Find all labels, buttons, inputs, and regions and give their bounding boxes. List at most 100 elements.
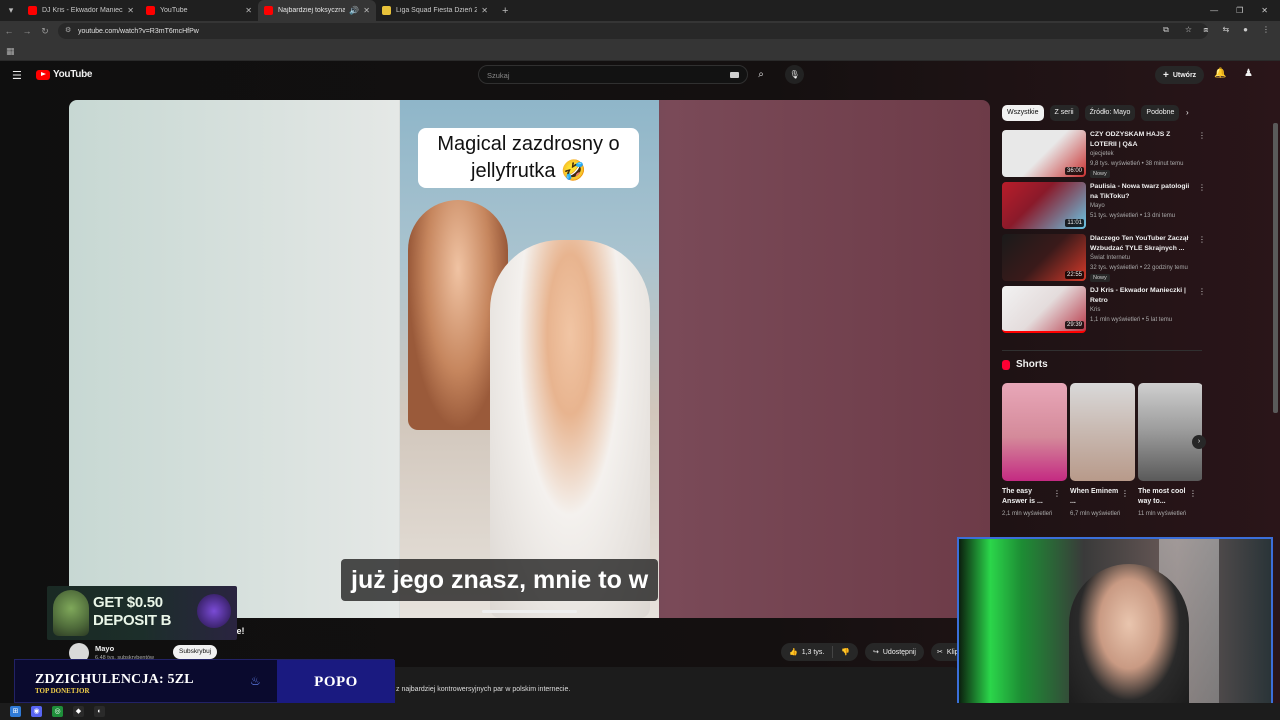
youtube-header: ☰ YouTube Szukaj ⌕ 🎙 + Utwórz 🔔 ♟ — [0, 61, 1280, 89]
bookmark-star-icon[interactable]: ☆ — [1185, 25, 1192, 35]
video-thumbnail[interactable]: 29:39 — [1002, 286, 1086, 333]
recommendation-item[interactable]: 36:00 CZY ODZYSKAM HAJS Z LOTERII | Q&A … — [1002, 130, 1208, 182]
new-tab-icon[interactable]: + — [502, 5, 508, 17]
chip-similar[interactable]: Podobne — [1141, 105, 1180, 121]
menu-dots-icon[interactable]: ⋮ — [1262, 25, 1270, 35]
discord-icon[interactable]: ◉ — [31, 706, 42, 717]
more-actions-icon[interactable]: ⋮ — [1198, 183, 1206, 192]
channel-name[interactable]: Mayo — [1090, 203, 1105, 209]
browser-tab-3[interactable]: Liga Squad Fiesta Dzień 2 - tab ✕ — [376, 0, 494, 21]
ad-mascot-image — [53, 590, 89, 636]
short-item[interactable]: The most cool way to... 11 mln wyświetle… — [1138, 383, 1202, 533]
apps-grid-icon[interactable]: ▦ — [6, 46, 15, 57]
browser-tab-1[interactable]: YouTube ✕ — [140, 0, 258, 21]
new-badge: Nowy — [1090, 274, 1110, 282]
recommendation-item[interactable]: 11:01 Paulisia - Nowa twarz patologii na… — [1002, 182, 1208, 234]
duration-badge: 36:00 — [1064, 167, 1084, 175]
chevron-right-icon[interactable]: › — [1192, 435, 1206, 449]
hamburger-menu-icon[interactable]: ☰ — [12, 69, 22, 82]
video-title[interactable]: Paulisia - Nowa twarz patologii na TikTo… — [1090, 182, 1198, 201]
short-title[interactable]: The easy Answer is ... — [1002, 487, 1054, 507]
more-actions-icon[interactable]: ⋮ — [1198, 131, 1206, 140]
video-thumbnail[interactable]: 11:01 — [1002, 182, 1086, 229]
chip-all[interactable]: Wszystkie — [1002, 105, 1044, 121]
short-thumbnail[interactable] — [1002, 383, 1067, 481]
tab-search-icon[interactable]: ▾ — [0, 0, 22, 21]
more-actions-icon[interactable]: ⋮ — [1189, 489, 1197, 498]
browser-tab-2[interactable]: Najbardziej toksyczna para 🔊 ✕ — [258, 0, 376, 21]
short-title[interactable]: The most cool way to... — [1138, 487, 1190, 507]
video-player[interactable]: Magical zazdrosny o jellyfrutka 🤣 już je… — [69, 100, 990, 618]
more-actions-icon[interactable]: ⋮ — [1121, 489, 1129, 498]
channel-name[interactable]: Świat Internetu — [1090, 255, 1130, 261]
app-icon[interactable]: ◆ — [73, 706, 84, 717]
notifications-bell-icon[interactable]: 🔔 — [1214, 68, 1226, 79]
like-button[interactable]: 👍 1,3 tys. — [781, 646, 834, 658]
short-thumbnail[interactable] — [1138, 383, 1202, 481]
share-button[interactable]: ↪ Udostępnij — [865, 643, 924, 661]
shorts-icon — [1002, 359, 1010, 370]
install-icon[interactable]: ⧉ — [1163, 25, 1169, 35]
search-icon[interactable]: ⌕ — [748, 65, 774, 84]
speaker-icon[interactable]: 🔊 — [349, 6, 359, 15]
short-item[interactable]: When Eminem ... 6,7 mln wyświetleń ⋮ — [1070, 383, 1135, 533]
minimize-icon[interactable]: — — [1210, 6, 1218, 15]
more-actions-icon[interactable]: ⋮ — [1053, 489, 1061, 498]
cast-icon[interactable]: ⇆ — [1222, 25, 1229, 35]
video-progress-indicator[interactable] — [482, 610, 577, 613]
browser-tab-0[interactable]: DJ Kris - Ekwador Manieczki | R ✕ — [22, 0, 140, 21]
obs-icon[interactable]: ◐ — [94, 706, 105, 717]
microphone-icon[interactable]: 🎙 — [785, 65, 804, 84]
back-icon[interactable]: ← — [0, 26, 18, 36]
close-tab-icon[interactable]: ✕ — [481, 6, 488, 15]
search-input[interactable]: Szukaj — [478, 65, 748, 84]
extensions-icon[interactable]: ⧈ — [1203, 25, 1208, 35]
more-actions-icon[interactable]: ⋮ — [1198, 235, 1206, 244]
recommendation-item[interactable]: 22:55 Dlaczego Ten YouTuber Zaczął Wzbud… — [1002, 234, 1208, 286]
address-bar-row: ← → ↻ ⚙ youtube.com/watch?v=R3mT6mcHfPw … — [0, 21, 1280, 41]
site-info-icon[interactable]: ⚙ — [65, 26, 71, 34]
close-tab-icon[interactable]: ✕ — [245, 6, 252, 15]
close-tab-icon[interactable]: ✕ — [127, 6, 134, 15]
create-label: Utwórz — [1172, 71, 1197, 79]
video-title[interactable]: DJ Kris - Ekwador Manieczki | Retro — [1090, 286, 1198, 305]
video-title[interactable]: Dlaczego Ten YouTuber Zaczął Wzbudzać TY… — [1090, 234, 1198, 253]
url-bar[interactable]: ⚙ youtube.com/watch?v=R3mT6mcHfPw ⧉ ☆ — [58, 23, 1208, 39]
short-item[interactable]: The easy Answer is ... 2,1 mln wyświetle… — [1002, 383, 1067, 533]
extensions-area: ⧈ ⇆ ● ⋮ — [1203, 25, 1270, 35]
dislike-button[interactable]: 👎 — [833, 648, 858, 656]
reload-icon[interactable]: ↻ — [36, 26, 54, 37]
close-tab-icon[interactable]: ✕ — [363, 6, 370, 15]
create-button[interactable]: + Utwórz — [1155, 66, 1205, 84]
channel-name[interactable]: Mayo — [95, 644, 114, 653]
donation-title: ZDZICHULENCJA: 5ZL — [35, 672, 194, 687]
short-title[interactable]: When Eminem ... — [1070, 487, 1122, 507]
video-title[interactable]: CZY ODZYSKAM HAJS Z LOTERII | Q&A — [1090, 130, 1198, 149]
keyboard-icon[interactable] — [730, 72, 739, 78]
like-count: 1,3 tys. — [801, 648, 825, 656]
youtube-logo[interactable]: YouTube — [36, 69, 93, 80]
short-thumbnail[interactable] — [1070, 383, 1135, 481]
chevron-right-icon[interactable]: › — [1186, 108, 1189, 117]
casino-ad-overlay: GET $0.50 DEPOSIT B — [47, 586, 237, 640]
short-views: 11 mln wyświetleń — [1138, 511, 1187, 517]
close-window-icon[interactable]: ✕ — [1261, 6, 1268, 15]
channel-name[interactable]: ojecjetek — [1090, 151, 1114, 157]
more-actions-icon[interactable]: ⋮ — [1198, 287, 1206, 296]
video-thumbnail[interactable]: 22:55 — [1002, 234, 1086, 281]
youtube-favicon-icon — [264, 6, 273, 15]
video-thumbnail[interactable]: 36:00 — [1002, 130, 1086, 177]
channel-name[interactable]: Kris — [1090, 307, 1100, 313]
subscribe-button[interactable]: Subskrybuj — [173, 645, 218, 659]
account-avatar-icon[interactable]: ♟ — [1244, 68, 1253, 79]
chrome-icon[interactable]: ◎ — [52, 706, 63, 717]
forward-icon[interactable]: → — [18, 26, 36, 36]
page-scrollbar[interactable] — [1273, 123, 1278, 413]
video-meta: 51 tys. wyświetleń • 13 dni temu — [1090, 213, 1176, 219]
chip-source[interactable]: Źródło: Mayo — [1084, 105, 1136, 121]
windows-start-icon[interactable]: ⊞ — [10, 706, 21, 717]
recommendation-item[interactable]: 29:39 DJ Kris - Ekwador Manieczki | Retr… — [1002, 286, 1208, 338]
profile-icon[interactable]: ● — [1243, 25, 1248, 35]
chip-series[interactable]: Z serii — [1049, 105, 1079, 121]
maximize-icon[interactable]: ❐ — [1236, 6, 1243, 15]
